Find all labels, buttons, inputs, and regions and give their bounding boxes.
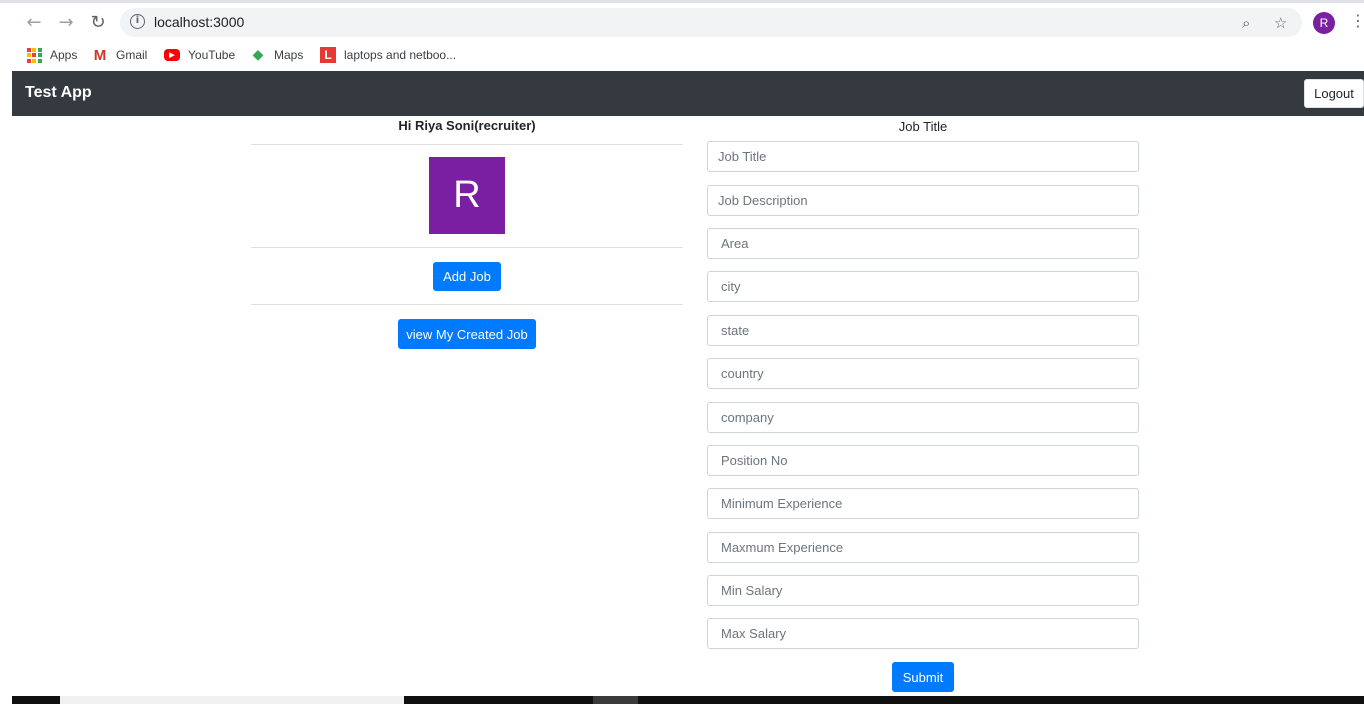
submit-button[interactable]: Submit [892, 662, 954, 692]
youtube-icon: ▶ [164, 49, 180, 61]
country-input[interactable] [707, 358, 1139, 389]
maps-icon: ◆ [252, 47, 264, 63]
app-brand[interactable]: Test App [25, 84, 92, 102]
divider [251, 144, 683, 145]
zoom-icon[interactable]: ⌕ [1242, 14, 1250, 32]
maximum-experience-input[interactable] [707, 532, 1139, 563]
form-title: Job Title [898, 119, 948, 134]
add-job-button[interactable]: Add Job [433, 262, 501, 291]
browser-menu-icon[interactable]: ⋮ [1350, 11, 1364, 30]
divider [251, 247, 683, 248]
position-no-input[interactable] [707, 445, 1139, 476]
profile-avatar[interactable]: R [1313, 12, 1335, 34]
site-info-icon[interactable]: i [130, 14, 145, 29]
bookmark-laptops[interactable]: L laptops and netboo... [320, 45, 456, 65]
bookmark-label: Gmail [116, 48, 148, 62]
bookmark-label: YouTube [188, 48, 236, 62]
area-input[interactable] [707, 228, 1139, 259]
laptops-site-icon: L [320, 47, 336, 63]
bookmark-youtube[interactable]: ▶ YouTube [164, 45, 235, 65]
view-my-created-job-button[interactable]: view My Created Job [398, 319, 536, 349]
forward-arrow-icon[interactable]: → [54, 10, 78, 34]
divider [251, 304, 683, 305]
company-input[interactable] [707, 402, 1139, 433]
back-arrow-icon[interactable]: ← [22, 10, 46, 34]
app-navbar: Test App Logout [12, 71, 1364, 116]
bookmarks-bar: Apps M Gmail ▶ YouTube ◆ Maps L laptops … [0, 40, 1364, 71]
taskbar-search-box[interactable] [60, 696, 404, 704]
bookmark-label: Maps [274, 48, 304, 62]
browser-toolbar: ← → ↻ i localhost:3000 ⌕ ☆ R ⋮ [0, 0, 1364, 40]
job-description-input[interactable] [707, 185, 1139, 216]
bookmark-gmail[interactable]: M Gmail [92, 45, 148, 65]
url-text[interactable]: localhost:3000 [154, 14, 244, 30]
city-input[interactable] [707, 271, 1139, 302]
bookmark-label: Apps [50, 48, 78, 62]
greeting-text: Hi Riya Soni(recruiter) [398, 118, 536, 133]
user-avatar: R [429, 157, 505, 234]
logout-button[interactable]: Logout [1304, 79, 1364, 108]
minimum-experience-input[interactable] [707, 488, 1139, 519]
job-title-input[interactable] [707, 141, 1139, 172]
state-input[interactable] [707, 315, 1139, 346]
max-salary-input[interactable] [707, 618, 1139, 649]
gmail-icon: M [93, 46, 107, 64]
address-bar[interactable]: i localhost:3000 ⌕ ☆ [120, 8, 1302, 37]
os-taskbar [12, 696, 1364, 704]
taskbar-active-app[interactable] [593, 696, 638, 704]
apps-grid-icon [26, 47, 42, 63]
bookmark-label: laptops and netboo... [344, 48, 457, 62]
reload-icon[interactable]: ↻ [86, 10, 110, 34]
bookmark-maps[interactable]: ◆ Maps [250, 45, 304, 65]
min-salary-input[interactable] [707, 575, 1139, 606]
bookmark-star-icon[interactable]: ☆ [1274, 14, 1287, 32]
bookmark-apps[interactable]: Apps [26, 45, 77, 65]
